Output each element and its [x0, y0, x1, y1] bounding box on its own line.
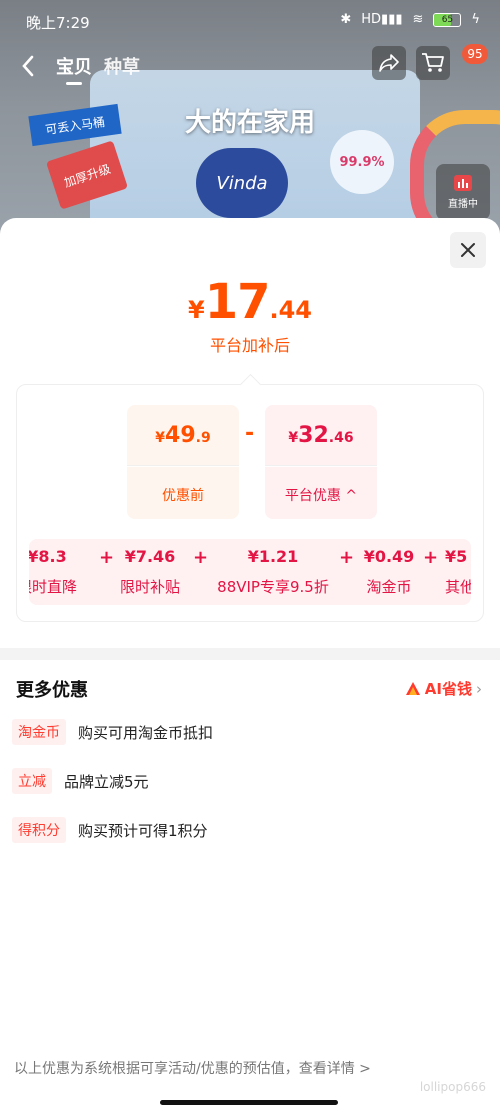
- bluetooth-icon: ✱: [340, 12, 352, 27]
- share-button[interactable]: [372, 46, 406, 80]
- more-discounts-title: 更多优惠: [16, 680, 88, 701]
- perk-row: 得积分 购买预计可得1积分: [12, 816, 208, 844]
- price-before-card: ¥49.9 优惠前: [127, 405, 239, 519]
- plus-sign: +: [193, 547, 209, 568]
- cart-icon: [422, 53, 444, 72]
- final-price-decimal: .44: [269, 296, 312, 324]
- final-price-label: 平台加补后: [209, 336, 290, 355]
- perk-tag: 立减: [12, 768, 52, 794]
- charging-icon: ϟ: [471, 12, 480, 27]
- perk-tag: 得积分: [12, 817, 66, 843]
- perk-tag: 淘金币: [12, 719, 66, 745]
- chevron-right-icon: ›: [476, 679, 482, 698]
- price-breakdown: ¥49.9 优惠前 - ¥32.46 平台优惠 ^ ¥8.3限时直降 + ¥7.…: [16, 373, 484, 622]
- currency-symbol: ¥: [187, 296, 205, 324]
- wifi-icon: ≋: [412, 12, 424, 27]
- close-icon: [461, 243, 475, 257]
- ai-logo-icon: [405, 681, 420, 695]
- status-bar: 晚上7:29 ✱ HD▮▮▮ ≋ 65 ϟ: [0, 0, 500, 44]
- share-icon: [379, 54, 399, 72]
- section-divider: [0, 648, 500, 660]
- video-caption: 大的在家用: [184, 108, 315, 138]
- ai-save-link[interactable]: AI省钱 ›: [405, 678, 482, 699]
- perk-row: 立减 品牌立减5元: [12, 767, 149, 795]
- status-time: 晚上7:29: [26, 14, 90, 32]
- chevron-left-icon: [22, 55, 34, 77]
- discount-item: ¥1.21 88VIP专享9.5折: [217, 547, 329, 596]
- discount-detail-strip[interactable]: ¥8.3限时直降 + ¥7.46限时补贴 + ¥1.2188VIP专享9.5折 …: [29, 539, 471, 605]
- plus-sign: +: [339, 547, 355, 568]
- cellular-signal-icon: HD▮▮▮: [361, 12, 403, 27]
- perk-desc: 品牌立减5元: [64, 772, 149, 791]
- price-before-amount: ¥49.9: [155, 423, 211, 448]
- cart-count-badge: 95: [462, 44, 488, 64]
- perk-desc: 购买可用淘金币抵扣: [78, 723, 214, 742]
- bar-chart-icon: [454, 174, 472, 191]
- minus-sign: -: [245, 421, 255, 446]
- discount-item: ¥5其他红包: [445, 547, 471, 596]
- price-before-label: 优惠前: [162, 488, 204, 504]
- back-button[interactable]: [14, 52, 42, 80]
- live-stream-button[interactable]: 直播中: [436, 164, 490, 220]
- tab-product[interactable]: 宝贝: [56, 53, 92, 85]
- tab-grass[interactable]: 种草: [104, 53, 140, 79]
- final-price-integer: 17: [204, 274, 271, 330]
- close-button[interactable]: [450, 232, 486, 268]
- sterilize-badge: 99.9%: [330, 130, 394, 194]
- live-label: 直播中: [448, 198, 478, 210]
- price-sheet: ¥17.44 平台加补后 ¥49.9 优惠前 - ¥32.46 平台优惠 ^ ¥…: [0, 218, 500, 1111]
- watermark: lollipop666: [419, 1080, 486, 1094]
- brand-logo: Vinda: [196, 148, 288, 218]
- plus-sign: +: [99, 547, 115, 568]
- platform-discount-label: 平台优惠 ^: [284, 488, 358, 504]
- plus-sign: +: [423, 547, 439, 568]
- cart-button[interactable]: [416, 46, 450, 80]
- breakdown-pointer: [239, 373, 262, 396]
- discount-item: ¥0.49 淘金币: [363, 547, 415, 596]
- perk-row: 淘金币 购买可用淘金币抵扣: [12, 718, 213, 746]
- top-nav: 宝贝 种草 95: [0, 44, 500, 88]
- perk-desc: 购买预计可得1积分: [78, 821, 208, 840]
- home-indicator[interactable]: [160, 1100, 338, 1105]
- battery-icon: 65: [433, 12, 462, 27]
- discount-item: ¥7.46 限时补贴: [119, 547, 180, 596]
- final-price: ¥17.44: [0, 274, 500, 330]
- platform-discount-amount: ¥32.46: [288, 423, 354, 448]
- platform-discount-card[interactable]: ¥32.46 平台优惠 ^: [265, 405, 377, 519]
- discount-item: ¥8.3限时直降: [29, 547, 77, 596]
- footer-note-link[interactable]: 以上优惠为系统根据可享活动/优惠的预估值，查看详情 >: [14, 1058, 371, 1078]
